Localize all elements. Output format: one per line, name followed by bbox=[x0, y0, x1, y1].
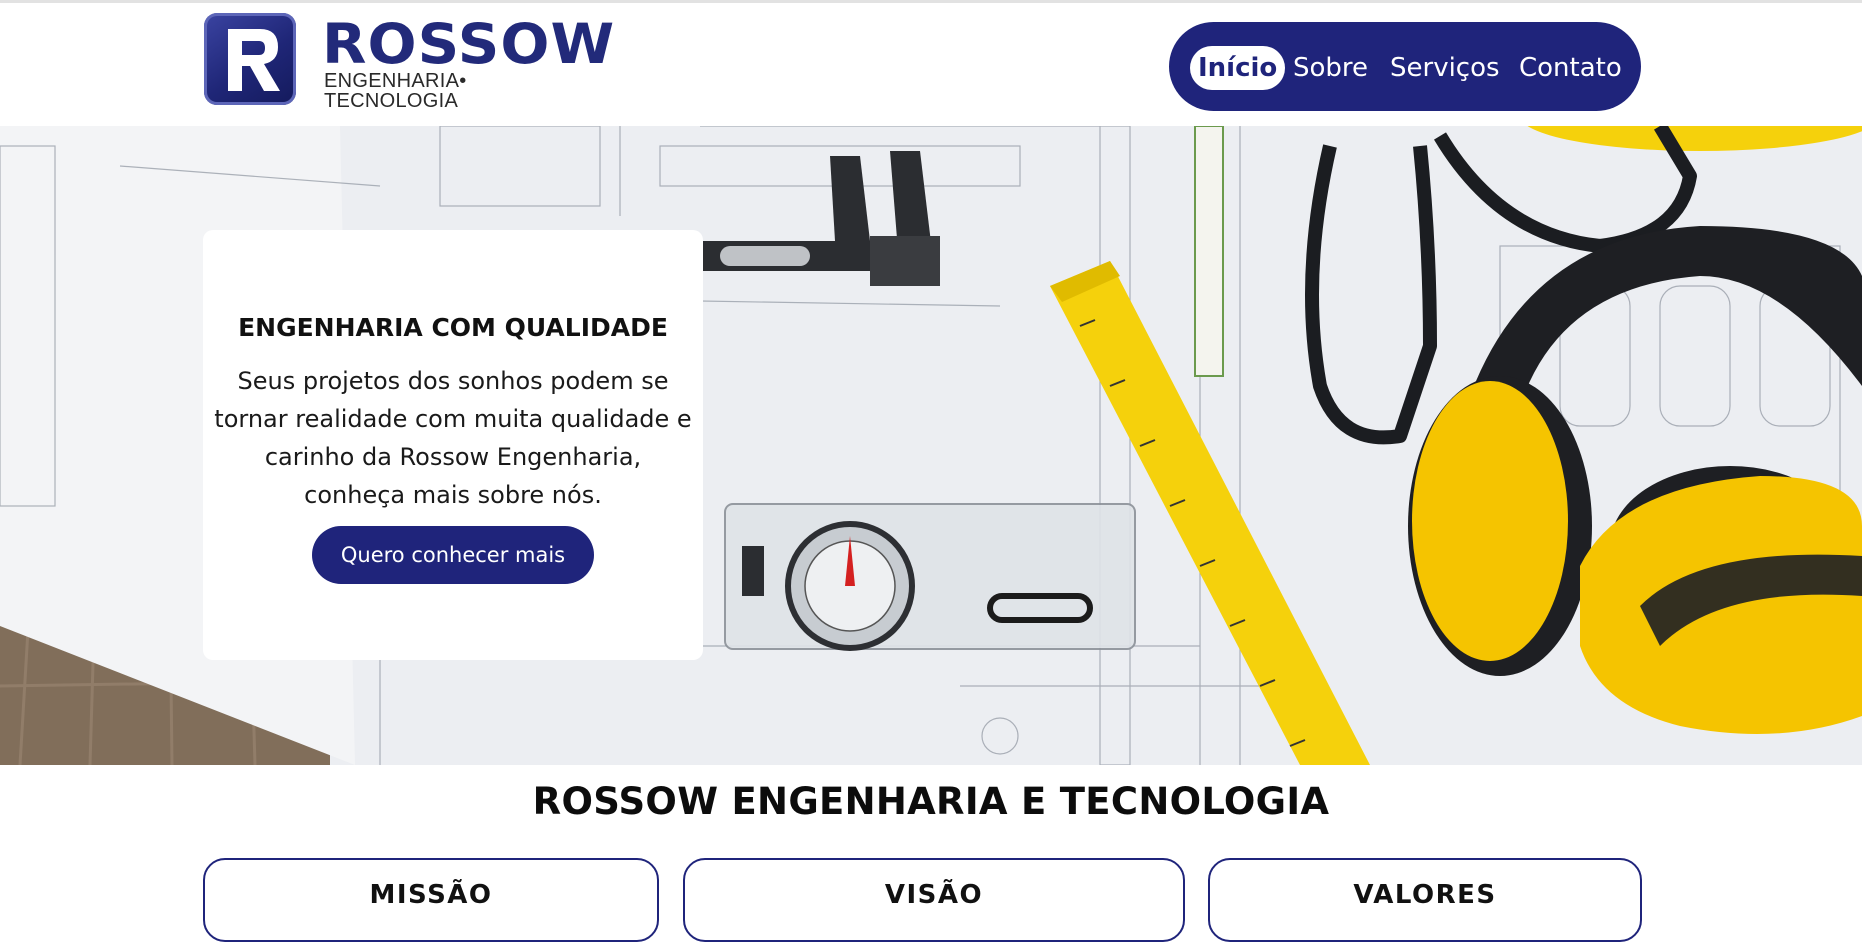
card-title: VALORES bbox=[1353, 880, 1497, 910]
hero-description: Seus projetos dos sonhos podem se tornar… bbox=[214, 367, 692, 509]
logo-name: ROSSOW bbox=[322, 12, 616, 76]
nav-item-inicio[interactable]: Início bbox=[1190, 46, 1286, 90]
site-header: ROSSOW ENGENHARIA• TECNOLOGIA Início Sob… bbox=[0, 3, 1862, 126]
card-title: VISÃO bbox=[884, 880, 984, 910]
hero-banner: ENGENHARIA COM QUALIDADE Seus projetos d… bbox=[0, 126, 1862, 765]
brand-logo[interactable]: ROSSOW ENGENHARIA• TECNOLOGIA bbox=[204, 13, 614, 112]
card-valores[interactable]: VALORES bbox=[1208, 858, 1642, 942]
main-navigation: Início Sobre Serviços Contato bbox=[1169, 22, 1641, 111]
hero-title: ENGENHARIA COM QUALIDADE bbox=[238, 313, 668, 342]
learn-more-button[interactable]: Quero conhecer mais bbox=[312, 526, 594, 584]
nav-item-contato[interactable]: Contato bbox=[1519, 46, 1622, 90]
logo-tagline: ENGENHARIA• TECNOLOGIA bbox=[324, 70, 467, 112]
nav-item-sobre[interactable]: Sobre bbox=[1293, 46, 1368, 90]
logo-mark-icon bbox=[204, 13, 296, 105]
card-title: MISSÃO bbox=[369, 880, 493, 910]
card-missao[interactable]: MISSÃO bbox=[203, 858, 659, 942]
section-title: ROSSOW ENGENHARIA E TECNOLOGIA bbox=[532, 780, 1330, 823]
nav-item-servicos[interactable]: Serviços bbox=[1390, 46, 1500, 90]
hero-card: ENGENHARIA COM QUALIDADE Seus projetos d… bbox=[203, 230, 703, 660]
card-visao[interactable]: VISÃO bbox=[683, 858, 1185, 942]
